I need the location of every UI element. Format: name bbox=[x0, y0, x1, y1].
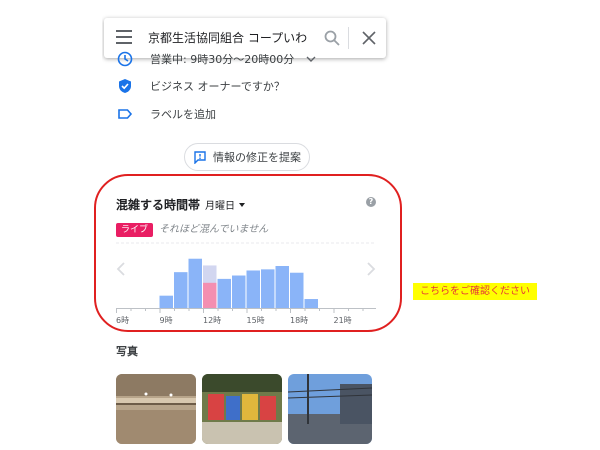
suggest-edit-label: 情報の修正を提案 bbox=[213, 151, 301, 164]
verified-shield-icon bbox=[119, 79, 131, 93]
close-icon[interactable] bbox=[360, 29, 378, 47]
feedback-icon bbox=[194, 151, 206, 164]
business-owner-link: ビジネス オーナーですか？ bbox=[150, 80, 285, 93]
suggest-edit-button[interactable]: 情報の修正を提案 bbox=[184, 143, 310, 171]
add-label-link: ラベルを追加 bbox=[150, 108, 216, 121]
photos-heading: 写真 bbox=[116, 345, 138, 358]
chevron-down-icon[interactable] bbox=[306, 54, 316, 64]
photo-thumbnail[interactable] bbox=[116, 374, 196, 444]
highlight-oval bbox=[94, 174, 402, 332]
photo-thumbnail[interactable] bbox=[288, 374, 372, 444]
hours-row[interactable]: 営業中: 9時30分～20時00分 bbox=[116, 49, 316, 69]
products-photo bbox=[202, 374, 282, 444]
store-interior-photo bbox=[116, 374, 196, 444]
menu-icon[interactable] bbox=[116, 30, 132, 46]
add-label-row[interactable]: ラベルを追加 bbox=[116, 104, 216, 124]
clock-icon bbox=[117, 51, 133, 67]
street-view-photo bbox=[288, 374, 372, 444]
search-divider bbox=[348, 27, 349, 49]
photo-thumbnail[interactable] bbox=[202, 374, 282, 444]
search-input[interactable]: 京都生活協同組合 コープいわくら bbox=[148, 29, 308, 46]
search-icon[interactable] bbox=[323, 29, 341, 47]
label-icon bbox=[118, 109, 133, 119]
hours-text: 営業中: 9時30分～20時00分 bbox=[150, 53, 295, 66]
annotation-note: こちらをご確認ください bbox=[413, 283, 537, 300]
business-owner-row[interactable]: ビジネス オーナーですか？ bbox=[116, 76, 285, 96]
